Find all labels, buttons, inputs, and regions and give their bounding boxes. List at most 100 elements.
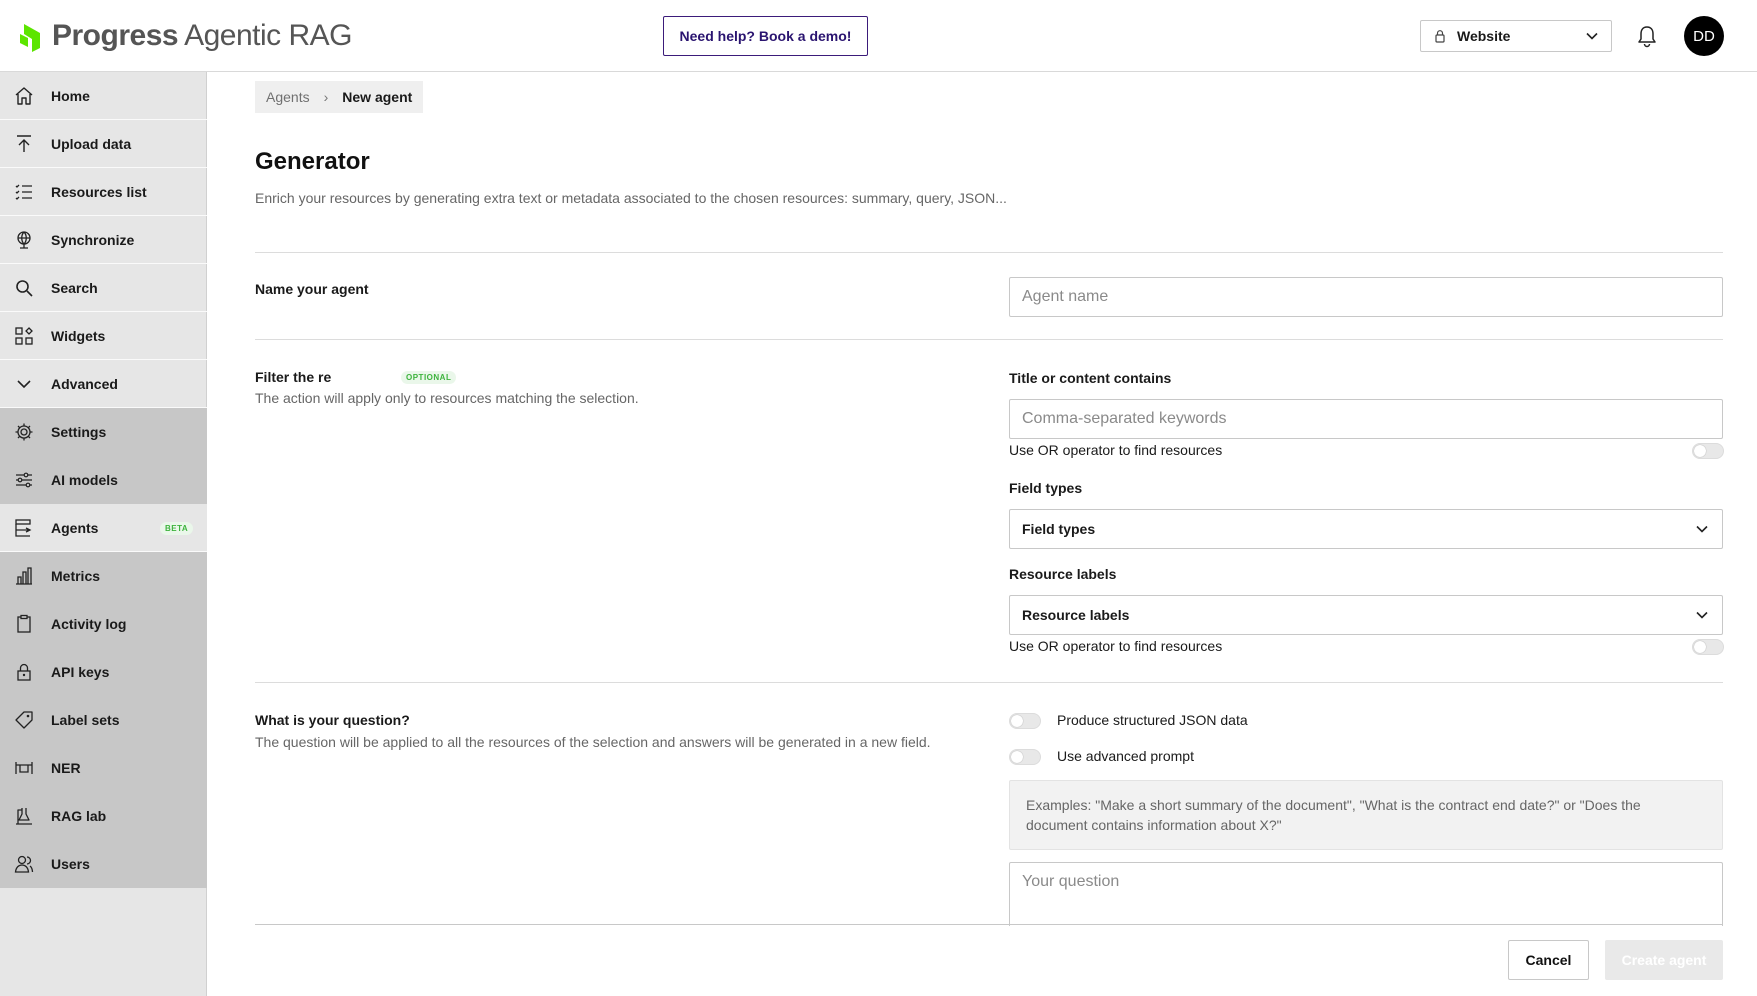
top-header: Progress Agentic RAG Need help? Book a d… (0, 0, 1757, 72)
divider (255, 252, 1723, 253)
sidebar-item-activity-log[interactable]: Activity log (0, 600, 207, 648)
title-contains-label: Title or content contains (1009, 370, 1172, 386)
product-name: Agentic RAG (184, 19, 352, 52)
advanced-prompt-toggle[interactable] (1009, 749, 1041, 765)
sidebar-item-label: RAG lab (51, 807, 107, 824)
sidebar-item-label: Agents (51, 519, 99, 536)
chevron-right-icon: › (323, 89, 329, 105)
breadcrumb: Agents › New agent (255, 81, 424, 113)
sidebar-item-label: Activity log (51, 615, 127, 632)
globe-sync-icon (17, 230, 31, 249)
sidebar-item-upload-data[interactable]: Upload data (0, 120, 207, 168)
sidebar-item-label: Home (51, 87, 90, 104)
sidebar-item-resources-list[interactable]: Resources list (0, 168, 207, 216)
resource-labels-value: Resource labels (1022, 607, 1130, 623)
sidebar-item-label: Users (51, 855, 90, 872)
progress-logo[interactable]: Progress Agentic RAG (18, 18, 352, 54)
bell-icon[interactable] (1636, 24, 1658, 48)
chevron-down-icon (1586, 32, 1598, 40)
footer-divider (255, 924, 1723, 925)
page-description: Enrich your resources by generating extr… (255, 190, 1007, 206)
bar-chart-icon (16, 566, 32, 585)
list-icon (15, 184, 32, 200)
sidebar-item-api-keys[interactable]: API keys (0, 648, 207, 696)
progress-logo-icon (20, 24, 40, 52)
filter-section-help: The action will apply only to resources … (255, 390, 639, 406)
create-agent-button[interactable]: Create agent (1605, 940, 1723, 980)
advanced-prompt-label: Use advanced prompt (1057, 748, 1194, 764)
knowledge-box-name: Website (1457, 28, 1511, 44)
sidebar-item-ai-models[interactable]: AI models (0, 456, 207, 504)
sidebar-item-users[interactable]: Users (0, 840, 207, 888)
users-icon (14, 855, 34, 873)
user-avatar[interactable]: DD (1684, 16, 1724, 56)
or-operator-toggle[interactable] (1692, 443, 1724, 459)
resource-labels-select[interactable]: Resource labels (1009, 595, 1723, 635)
field-types-label: Field types (1009, 480, 1083, 496)
widgets-icon (15, 326, 33, 345)
sidebar-item-label: Upload data (51, 135, 132, 152)
page-title: Generator (255, 148, 370, 175)
lock-icon (1435, 30, 1445, 43)
question-section-label: What is your question? (255, 712, 410, 728)
sidebar-item-home[interactable]: Home (0, 72, 207, 120)
labels-or-operator-label: Use OR operator to find resources (1009, 638, 1223, 654)
key-lock-icon (17, 663, 31, 681)
json-output-label: Produce structured JSON data (1057, 712, 1248, 728)
json-output-toggle[interactable] (1009, 713, 1041, 729)
agent-name-input[interactable] (1009, 277, 1723, 317)
sidebar-item-label: Metrics (51, 567, 101, 584)
sidebar-item-label: Synchronize (51, 231, 135, 248)
sidebar-item-widgets[interactable]: Widgets (0, 312, 207, 360)
sidebar-item-ner[interactable]: NER (0, 744, 207, 792)
chevron-down-icon (1696, 611, 1708, 619)
keywords-input[interactable] (1009, 399, 1723, 439)
sidebar-item-rag-lab[interactable]: RAG lab (0, 792, 207, 840)
name-section-label: Name your agent (255, 281, 369, 297)
sliders-icon (16, 472, 32, 487)
chevron-down-icon (1696, 525, 1708, 533)
home-icon (15, 86, 33, 105)
breadcrumb-parent[interactable]: Agents (266, 89, 310, 105)
or-operator-label: Use OR operator to find resources (1009, 442, 1223, 458)
field-types-value: Field types (1022, 521, 1096, 537)
question-section-help: The question will be applied to all the … (255, 734, 931, 750)
sidebar-item-label: AI models (51, 471, 118, 488)
sidebar-item-settings[interactable]: Settings (0, 408, 207, 456)
knowledge-box-selector[interactable]: Website (1420, 20, 1612, 52)
field-types-select[interactable]: Field types (1009, 509, 1723, 549)
sidebar-item-synchronize[interactable]: Synchronize (0, 216, 207, 264)
flask-icon (16, 807, 32, 825)
filter-section-label: Filter the re (255, 369, 332, 385)
beta-badge: BETA (160, 522, 194, 535)
sidebar-item-label: Label sets (51, 711, 120, 728)
book-demo-button[interactable]: Need help? Book a demo! (663, 16, 868, 56)
sidebar-item-label: NER (51, 759, 81, 776)
divider (255, 682, 1723, 683)
sidebar-item-label: Advanced (51, 375, 118, 392)
sidebar-item-metrics[interactable]: Metrics (0, 552, 207, 600)
chevron-down-icon (17, 379, 31, 388)
upload-icon (17, 134, 31, 152)
sidebar-item-label-sets[interactable]: Label sets (0, 696, 207, 744)
sidebar: Home Upload data Resources list Synchron… (0, 72, 207, 996)
gear-icon (15, 423, 33, 440)
sidebar-item-agents[interactable]: Agents BETA (0, 504, 207, 552)
labels-or-operator-toggle[interactable] (1692, 639, 1724, 655)
cancel-button[interactable]: Cancel (1508, 940, 1589, 980)
optional-badge: OPTIONAL (401, 371, 457, 384)
question-textarea[interactable] (1009, 862, 1723, 926)
ner-icon (15, 761, 33, 774)
tag-icon (15, 710, 33, 729)
divider (255, 339, 1723, 340)
sidebar-item-search[interactable]: Search (0, 264, 207, 312)
sidebar-item-label: Widgets (51, 327, 106, 344)
sidebar-item-label: API keys (51, 663, 110, 680)
agents-icon (15, 518, 32, 537)
breadcrumb-current: New agent (342, 89, 413, 105)
sidebar-item-advanced[interactable]: Advanced (0, 360, 207, 408)
question-examples: Examples: "Make a short summary of the d… (1009, 780, 1723, 850)
clipboard-icon (17, 614, 31, 633)
sidebar-item-label: Search (51, 279, 98, 296)
resource-labels-label: Resource labels (1009, 566, 1117, 582)
